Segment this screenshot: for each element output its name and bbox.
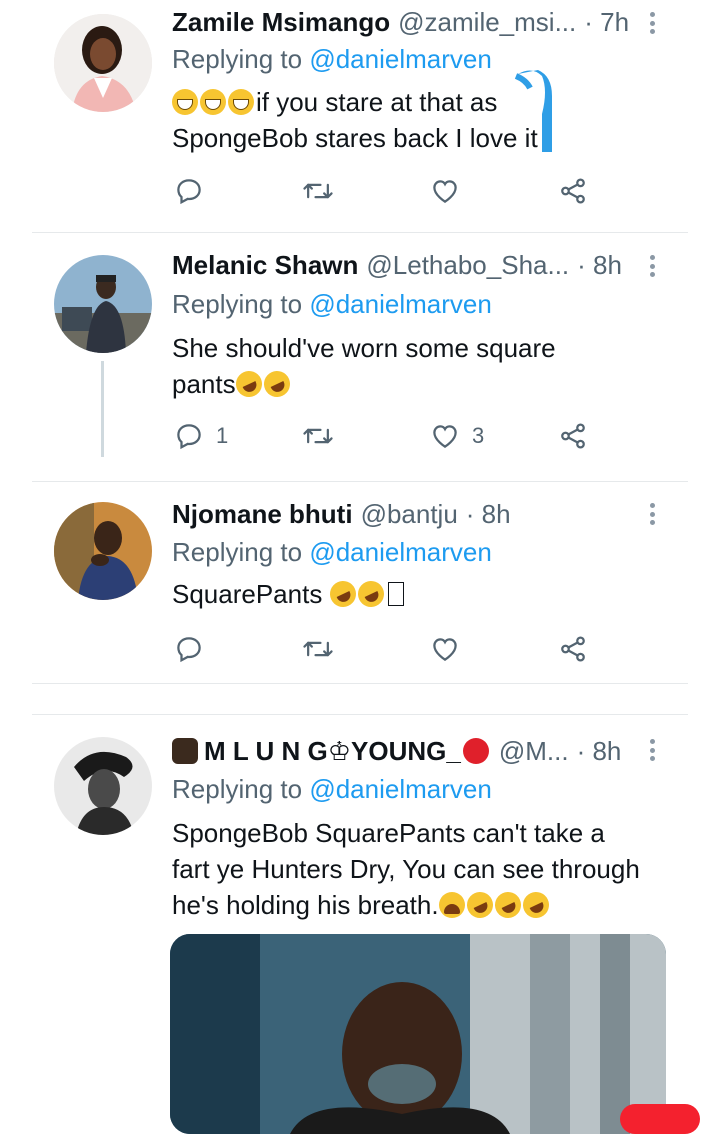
display-name[interactable]: M L U N G♔YOUNG_: [204, 736, 461, 767]
username[interactable]: @zamile_msi...: [398, 7, 576, 38]
share-button[interactable]: [558, 419, 588, 453]
reply-icon: [177, 424, 201, 450]
retweet-icon: [303, 183, 333, 199]
like-button[interactable]: 3: [430, 419, 484, 453]
heart-icon: [433, 638, 457, 661]
retweet-icon: [303, 641, 333, 657]
share-icon: [561, 636, 585, 662]
tweet-text: if you stare at that as SpongeBob stares…: [172, 84, 672, 156]
tweet[interactable]: Njomane bhuti @bantju · 8h Replying to @…: [0, 482, 720, 682]
tweet-text-line: SquarePants: [172, 579, 323, 609]
tweet[interactable]: Zamile Msimango @zamile_msi... · 7h Repl…: [0, 0, 720, 232]
replying-to-label: Replying to: [172, 289, 303, 319]
more-icon[interactable]: [650, 12, 658, 34]
replying-to-label: Replying to: [172, 44, 303, 74]
username[interactable]: @M...: [499, 736, 569, 767]
share-icon: [561, 423, 585, 449]
tweet-media-image[interactable]: [170, 934, 666, 1134]
tweet-text-line: SpongeBob SquarePants can't take a: [172, 818, 605, 848]
reply-count: 1: [216, 423, 229, 448]
grinning-emoji: [200, 89, 226, 115]
like-count: 3: [472, 423, 485, 448]
display-name[interactable]: Njomane bhuti: [172, 499, 353, 530]
retweet-button[interactable]: [302, 632, 346, 666]
rofl-emoji: [325, 576, 360, 612]
grinning-emoji: [172, 89, 198, 115]
like-button[interactable]: [430, 174, 472, 208]
tweet[interactable]: Melanic Shawn @Lethabo_Sha... · 8h Reply…: [0, 233, 720, 479]
heart-icon: [433, 425, 457, 448]
timestamp[interactable]: · 8h: [577, 250, 622, 281]
avatar[interactable]: [54, 737, 152, 835]
avatar[interactable]: [54, 255, 152, 353]
replying-to: Replying to @danielmarven: [172, 774, 492, 805]
grinning-emoji: [228, 89, 254, 115]
rofl-emoji: [462, 887, 497, 923]
replying-to: Replying to @danielmarven: [172, 44, 492, 75]
rofl-emoji: [518, 887, 553, 923]
replying-to-label: Replying to: [172, 774, 303, 804]
share-button[interactable]: [558, 632, 588, 666]
tweet-text-line: he's holding his breath.: [172, 890, 439, 920]
retweet-button[interactable]: [302, 419, 346, 453]
reply-icon: [177, 179, 201, 205]
share-icon: [561, 178, 585, 204]
scribble-overlay: [514, 70, 552, 152]
tweet-text: SpongeBob SquarePants can't take a fart …: [172, 815, 682, 923]
rofl-emoji: [353, 576, 388, 612]
tweet-text-line: pants: [172, 369, 236, 399]
notification-badge: [620, 1104, 700, 1134]
tweet-text-line: fart ye Hunters Dry, You can see through: [172, 854, 640, 884]
like-button[interactable]: [430, 632, 472, 666]
reply-mention-link[interactable]: @danielmarven: [309, 44, 491, 74]
rofl-emoji: [490, 887, 525, 923]
reply-icon: [177, 637, 201, 663]
replying-to-label: Replying to: [172, 537, 303, 567]
red-circle-emoji: [462, 738, 489, 764]
tweet-text: She should've worn some square pants: [172, 330, 672, 402]
reply-mention-link[interactable]: @danielmarven: [309, 289, 491, 319]
reply-mention-link[interactable]: @danielmarven: [309, 774, 491, 804]
tweet-text: SquarePants: [172, 576, 672, 612]
username[interactable]: @Lethabo_Sha...: [366, 250, 569, 281]
thread-line: [101, 361, 104, 457]
display-name[interactable]: Melanic Shawn: [172, 250, 358, 281]
avatar[interactable]: [54, 502, 152, 600]
tweet-text-line: if you stare at that as: [256, 87, 498, 117]
replying-to: Replying to @danielmarven: [172, 537, 492, 568]
avatar[interactable]: [54, 14, 152, 112]
timestamp[interactable]: · 7h: [584, 7, 629, 38]
tweet-text-line: SpongeBob stares back I love it: [172, 123, 538, 153]
raised-fist-emoji: [172, 738, 198, 764]
retweet-button[interactable]: [302, 174, 346, 208]
reply-button[interactable]: [174, 632, 216, 666]
share-button[interactable]: [558, 174, 588, 208]
reply-button[interactable]: [174, 174, 216, 208]
retweet-icon: [303, 428, 333, 444]
crying-emoji: [438, 892, 465, 918]
missing-glyph: [387, 582, 404, 606]
tweet-text-line: She should've worn some square: [172, 333, 556, 363]
tweet-divider: [32, 683, 688, 684]
reply-button[interactable]: 1: [174, 419, 228, 453]
replying-to: Replying to @danielmarven: [172, 289, 492, 320]
rofl-emoji: [231, 366, 266, 402]
more-icon[interactable]: [650, 739, 658, 761]
heart-icon: [433, 180, 457, 203]
timestamp[interactable]: · 8h: [466, 499, 511, 530]
more-icon[interactable]: [650, 255, 658, 277]
rofl-emoji: [259, 366, 294, 402]
more-icon[interactable]: [650, 503, 658, 525]
username[interactable]: @bantju: [361, 499, 458, 530]
display-name[interactable]: Zamile Msimango: [172, 7, 390, 38]
reply-mention-link[interactable]: @danielmarven: [309, 537, 491, 567]
timestamp[interactable]: · 8h: [577, 736, 622, 767]
